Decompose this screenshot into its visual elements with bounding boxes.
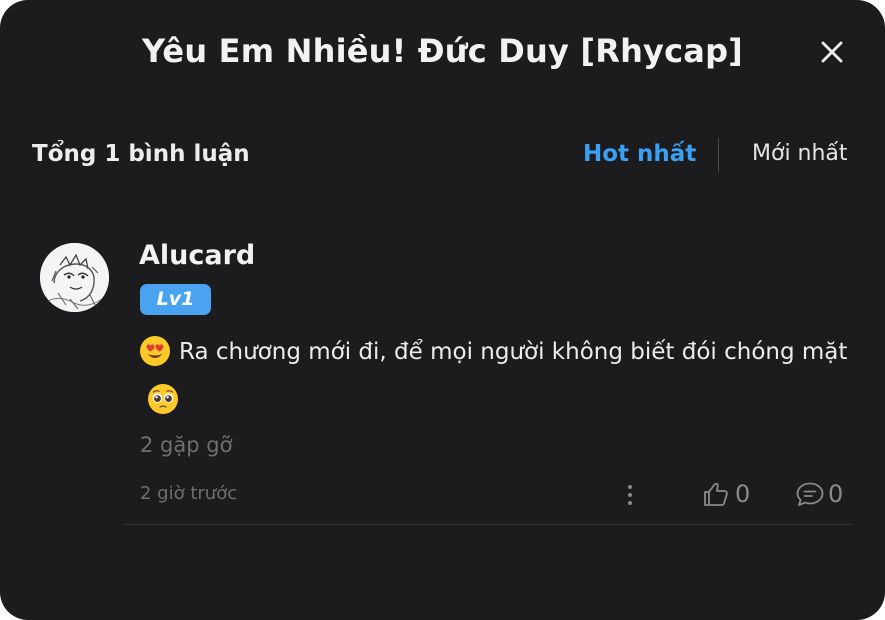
heart-eyes-emoji-icon xyxy=(140,335,170,366)
comment-text: Ra chương mới đi, để mọi người không biế… xyxy=(179,339,848,365)
comments-sheet: Yêu Em Nhiều! Đức Duy [Rhycap] Tổng 1 bì… xyxy=(0,0,885,620)
comment-divider xyxy=(124,524,852,525)
more-vertical-icon xyxy=(628,485,632,505)
sheet-title: Yêu Em Nhiều! Đức Duy [Rhycap] xyxy=(142,32,743,70)
like-count: 0 xyxy=(735,480,751,508)
sheet-header: Yêu Em Nhiều! Đức Duy [Rhycap] xyxy=(0,26,885,76)
comment-total: Tổng 1 bình luận xyxy=(32,141,250,167)
more-options-button[interactable] xyxy=(620,482,640,508)
sort-divider xyxy=(718,138,719,172)
sort-hot-tab[interactable]: Hot nhất xyxy=(583,130,696,178)
avatar[interactable] xyxy=(40,243,109,312)
pleading-face-emoji-icon xyxy=(148,383,178,414)
comment-timestamp: 2 giờ trước xyxy=(140,483,238,504)
close-icon xyxy=(821,41,843,63)
comment-body: Ra chương mới đi, để mọi người không biế… xyxy=(139,328,859,424)
reply-count: 0 xyxy=(828,480,844,508)
comment-bubble-icon xyxy=(796,482,824,506)
user-level-badge: Lv1 xyxy=(140,284,211,315)
encounter-count: 2 gặp gỡ xyxy=(140,433,233,457)
manga-sketch-avatar-icon xyxy=(40,243,109,312)
comment-summary-bar: Tổng 1 bình luận Hot nhất Mới nhất xyxy=(0,130,885,178)
thumbs-up-icon xyxy=(704,482,728,506)
comment-item: Alucard Lv1 Ra chương mới đi, để mọi ngư… xyxy=(0,232,885,532)
sort-newest-tab[interactable]: Mới nhất xyxy=(752,130,848,178)
comment-username[interactable]: Alucard xyxy=(139,238,255,274)
close-button[interactable] xyxy=(812,34,852,70)
